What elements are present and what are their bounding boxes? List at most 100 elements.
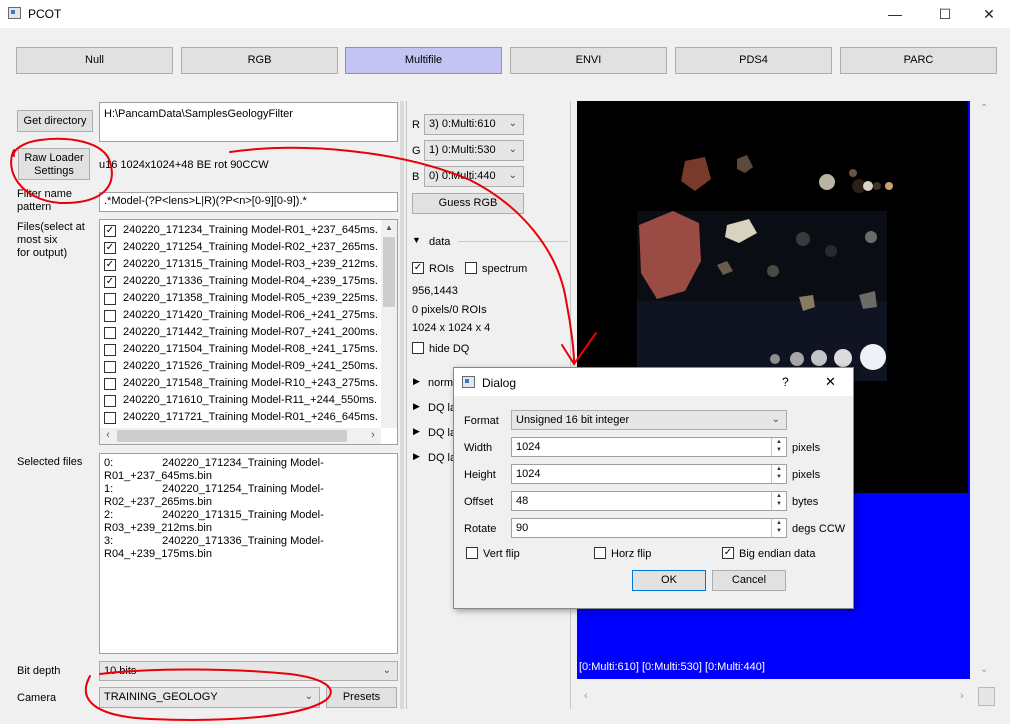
spin-arrows-icon[interactable]: ▲ ▼ [771,519,786,537]
file-checkbox[interactable] [104,394,116,407]
expand-dq3-icon[interactable]: ▶ [413,451,420,462]
file-checkbox[interactable] [104,377,116,390]
filter-pattern-input[interactable]: .*Model-(?P<lens>L|R)(?P<n>[0-9][0-9]).* [99,192,398,212]
selected-files-box[interactable]: 0: 240220_171234_Training Model- R01_+23… [99,453,398,654]
format-select[interactable]: Unsigned 16 bit integer ⌄ [511,410,787,430]
file-list-item[interactable]: ✓ 240220_171336_Training Model-R04_+239_1… [104,273,378,290]
file-list-item[interactable]: 240220_171526_Training Model-R09_+241_25… [104,358,378,375]
rois-checkbox[interactable]: ✓ [412,262,424,274]
b-channel-select[interactable]: 0) 0:Multi:440 ⌄ [424,166,524,187]
minimize-button[interactable]: — [872,0,918,28]
camera-select[interactable]: TRAINING_GEOLOGY ⌄ [99,687,320,708]
file-checkbox[interactable] [104,360,116,373]
file-list-item[interactable]: 240220_171504_Training Model-R08_+241_17… [104,341,378,358]
offset-spinbox[interactable]: 48 ▲ ▼ [511,491,787,511]
canvas-scroll-down-icon[interactable]: ⌄ [980,664,988,675]
canvas-scroll-right-icon[interactable]: › [960,690,964,702]
mode-multifile-button[interactable]: Multifile [345,47,502,74]
canvas-scroll-left-icon[interactable]: ‹ [584,690,588,702]
selected-line: 2: 240220_171315_Training Model- [104,509,324,521]
spectrum-checkbox[interactable] [465,262,477,274]
file-list-vertical-scrollbar[interactable]: ▲ [381,220,397,428]
vert-flip-label: Vert flip [483,548,520,560]
file-name: 240220_171315_Training Model-R03_+239_21… [123,258,378,270]
file-name: 240220_171442_Training Model-R07_+241_20… [123,326,378,338]
cancel-button[interactable]: Cancel [712,570,786,591]
scroll-up-icon[interactable]: ▲ [381,220,397,236]
file-list-item[interactable]: 240220_171721_Training Model-R01_+246_64… [104,409,378,426]
file-list-item[interactable]: 240220_171358_Training Model-R05_+239_22… [104,290,378,307]
horz-flip-checkbox[interactable] [594,547,606,559]
dq-layer-1-label[interactable]: DQ la [428,402,456,414]
file-checkbox[interactable]: ✓ [104,258,116,271]
expand-norm-icon[interactable]: ▶ [413,376,420,387]
help-button[interactable]: ? [782,375,789,389]
file-list[interactable]: ✓ 240220_171234_Training Model-R01_+237_6… [99,219,398,445]
file-list-horizontal-scrollbar[interactable]: ‹ › [100,428,381,444]
guess-rgb-button[interactable]: Guess RGB [412,193,524,214]
close-button[interactable]: ✕ [966,0,1010,28]
file-checkbox[interactable] [104,309,116,322]
rotate-spinbox[interactable]: 90 ▲ ▼ [511,518,787,538]
file-name: 240220_171504_Training Model-R08_+241_17… [123,343,378,355]
file-checkbox[interactable] [104,326,116,339]
file-list-item[interactable]: ✓ 240220_171254_Training Model-R02_+237_2… [104,239,378,256]
file-checkbox[interactable]: ✓ [104,241,116,254]
vertical-scroll-thumb[interactable] [383,237,395,307]
presets-button[interactable]: Presets [326,687,397,708]
height-spinbox[interactable]: 1024 ▲ ▼ [511,464,787,484]
chevron-down-icon: ⌄ [508,170,517,181]
spin-arrows-icon[interactable]: ▲ ▼ [771,465,786,483]
canvas-scroll-up-icon[interactable]: ⌃ [980,103,988,114]
files-label-line1: Files(select at [17,221,85,233]
file-list-item[interactable]: 240220_171610_Training Model-R11_+244_55… [104,392,377,409]
mode-parc-button[interactable]: PARC [840,47,997,74]
splitter[interactable] [400,101,404,709]
bit-depth-select[interactable]: 10 bits ⌄ [99,661,398,681]
file-checkbox[interactable] [104,292,116,305]
hide-dq-checkbox[interactable] [412,342,424,354]
dialog-close-button[interactable]: ✕ [825,374,836,390]
file-checkbox[interactable] [104,411,116,424]
filter-name-label-line2: pattern [17,201,52,213]
chevron-down-icon: ⌄ [508,144,517,155]
norm-section-label[interactable]: norm [428,377,453,389]
raw-loader-settings-button[interactable]: Raw Loader Settings [18,148,90,180]
big-endian-checkbox[interactable]: ✓ [722,547,734,559]
scroll-right-icon[interactable]: › [365,428,381,444]
data-section-label[interactable]: data [429,236,450,248]
g-channel-select[interactable]: 1) 0:Multi:530 ⌄ [424,140,524,161]
divider [458,241,568,242]
file-list-item[interactable]: ✓ 240220_171315_Training Model-R03_+239_2… [104,256,378,273]
r-channel-value: 3) 0:Multi:610 [429,118,496,130]
mode-pds4-button[interactable]: PDS4 [675,47,832,74]
spin-arrows-icon[interactable]: ▲ ▼ [771,438,786,456]
get-directory-button[interactable]: Get directory [17,110,93,132]
file-list-item[interactable]: 240220_171420_Training Model-R06_+241_27… [104,307,378,324]
file-checkbox[interactable]: ✓ [104,224,116,237]
spin-arrows-icon[interactable]: ▲ ▼ [771,492,786,510]
vert-flip-checkbox[interactable] [466,547,478,559]
r-channel-select[interactable]: 3) 0:Multi:610 ⌄ [424,114,524,135]
expand-dq2-icon[interactable]: ▶ [413,426,420,437]
file-checkbox[interactable] [104,343,116,356]
file-list-item[interactable]: 240220_171442_Training Model-R07_+241_20… [104,324,378,341]
mode-rgb-button[interactable]: RGB [181,47,338,74]
file-list-item[interactable]: 240220_171548_Training Model-R10_+243_27… [104,375,378,392]
mode-envi-button[interactable]: ENVI [510,47,667,74]
width-spinbox[interactable]: 1024 ▲ ▼ [511,437,787,457]
horizontal-scroll-thumb[interactable] [117,430,347,442]
file-checkbox[interactable]: ✓ [104,275,116,288]
directory-field[interactable]: H:\PancamData\SamplesGeologyFilter [99,102,398,142]
expand-data-icon[interactable]: ▼ [412,235,421,245]
maximize-button[interactable]: ☐ [922,0,968,28]
mode-null-button[interactable]: Null [16,47,173,74]
dq-layer-2-label[interactable]: DQ la [428,427,456,439]
scroll-left-icon[interactable]: ‹ [100,428,116,444]
dq-layer-3-label[interactable]: DQ la [428,452,456,464]
expand-dq1-icon[interactable]: ▶ [413,401,420,412]
file-name: 240220_171336_Training Model-R04_+239_17… [123,275,378,287]
canvas-corner-widget[interactable] [978,687,995,706]
file-list-item[interactable]: ✓ 240220_171234_Training Model-R01_+237_6… [104,222,378,239]
ok-button[interactable]: OK [632,570,706,591]
